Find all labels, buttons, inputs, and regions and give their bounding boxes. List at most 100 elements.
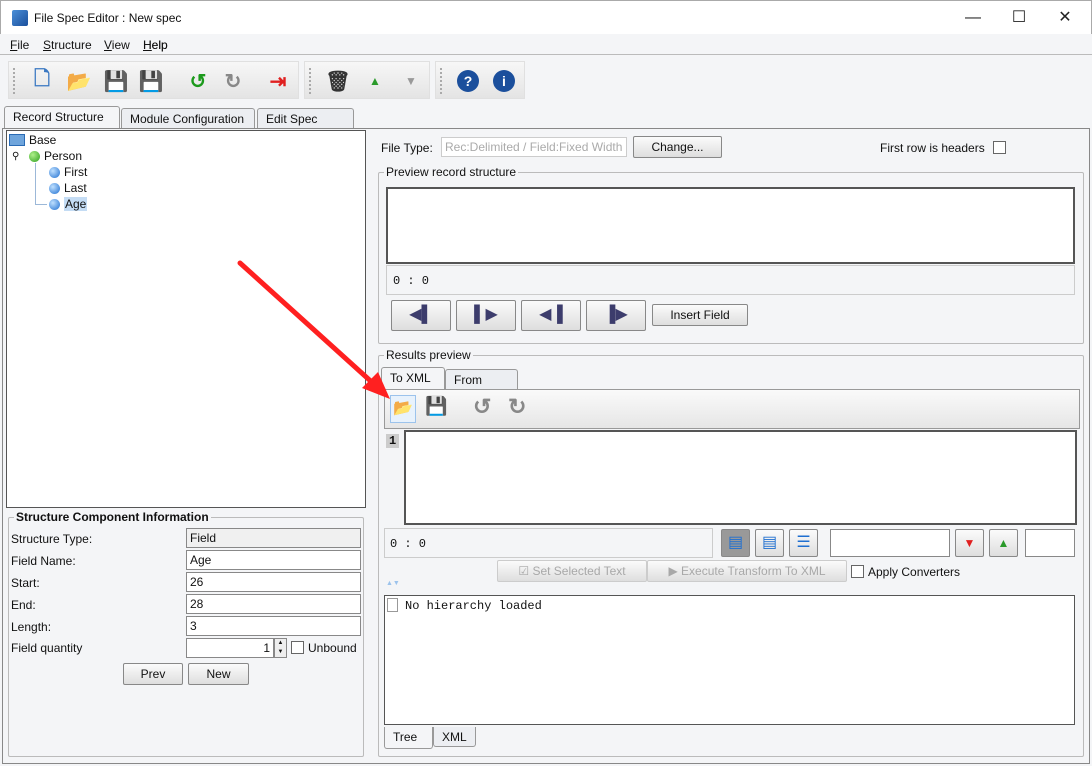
document-list-icon[interactable]: ☰ — [789, 529, 818, 557]
tree-expand-handle-icon[interactable]: ⚲ — [12, 151, 19, 162]
end-input[interactable]: 28 — [186, 594, 361, 614]
file-type-field: Rec:Delimited / Field:Fixed Width — [441, 137, 627, 157]
tree-node-label-selected: Age — [64, 197, 88, 211]
length-label: Length: — [11, 620, 52, 634]
tab-edit-spec-xml[interactable]: Edit Spec XML — [257, 108, 354, 140]
shift-left-end-button[interactable]: ◀▐ — [521, 300, 581, 331]
validate-doc-icon[interactable]: ▤ — [721, 529, 750, 557]
set-selected-text-label: Set Selected Text — [532, 564, 626, 578]
open-folder-icon[interactable]: 📂 — [66, 68, 92, 94]
minimize-button[interactable]: — — [958, 7, 988, 29]
close-button[interactable]: ✕ — [1050, 7, 1080, 29]
move-right-end-icon: ▐▶ — [604, 306, 628, 323]
redo-icon[interactable]: ↻ — [508, 394, 526, 420]
undo-icon[interactable]: ↺ — [185, 68, 211, 94]
tab-to-xml[interactable]: To XML — [381, 367, 445, 389]
move-down-icon[interactable]: ▼ — [398, 68, 424, 94]
redo-icon[interactable]: ↻ — [220, 68, 246, 94]
tab-record-structure[interactable]: Record Structure — [4, 106, 120, 129]
maximize-button[interactable]: ☐ — [1004, 7, 1034, 29]
start-input[interactable]: 26 — [186, 572, 361, 592]
shift-right-start-button[interactable]: ▌▶ — [456, 300, 516, 331]
prev-up-icon[interactable]: ▲ — [989, 529, 1018, 557]
menu-structure[interactable]: Structure — [43, 38, 92, 52]
move-left-end-icon: ◀▐ — [539, 306, 563, 323]
new-button[interactable]: New — [188, 663, 249, 685]
open-file-icon[interactable]: 📂 — [390, 395, 416, 423]
field-name-input[interactable]: Age — [186, 550, 361, 570]
move-right-edge-icon: ▌▶ — [474, 306, 498, 323]
save-icon[interactable]: 💾 — [425, 396, 447, 417]
field-icon — [49, 166, 60, 178]
menu-structure-mnemonic: S — [43, 38, 52, 52]
field-quantity-label: Field quantity — [11, 641, 83, 655]
structure-type-field: Field — [186, 528, 361, 548]
toolbar-grip[interactable] — [309, 68, 312, 94]
tab-tree[interactable]: Tree — [384, 727, 433, 749]
unbound-checkbox[interactable] — [291, 641, 304, 654]
goto-input[interactable] — [1025, 529, 1075, 557]
tree-node-label: Last — [64, 181, 87, 195]
menu-view[interactable]: View — [104, 38, 130, 52]
toolbar-grip[interactable] — [440, 68, 443, 94]
field-quantity-stepper[interactable]: 1 — [186, 638, 274, 658]
help-icon[interactable]: ? — [457, 70, 479, 92]
preview-legend: Preview record structure — [384, 165, 519, 179]
tree-node-first[interactable]: First — [49, 165, 87, 179]
stepper-arrows[interactable]: ▲ ▼ — [274, 638, 287, 658]
split-arrows-icon[interactable]: ▲▼ — [386, 580, 400, 587]
menu-file[interactable]: File — [10, 38, 29, 52]
set-selected-text-button[interactable]: ☑ Set Selected Text — [497, 560, 647, 582]
save-as-icon[interactable]: 💾 — [138, 68, 164, 94]
checklist-icon: ☑ — [518, 564, 533, 578]
editor-status: 0 : 0 — [384, 528, 713, 558]
tab-module-configuration[interactable]: Module Configuration — [121, 108, 255, 129]
info-legend: Structure Component Information — [14, 510, 211, 524]
menu-bar: File Structure View Help Help — [0, 35, 1092, 55]
insert-field-button[interactable]: Insert Field — [652, 304, 748, 326]
next-down-icon[interactable]: ▼ — [955, 529, 984, 557]
xml-editor[interactable] — [404, 430, 1077, 525]
tree-node-label: Base — [29, 133, 57, 147]
menu-file-label: ile — [17, 38, 30, 52]
structure-tree[interactable]: Base ⚲ Person First Last Age — [6, 130, 366, 508]
tab-from-xml[interactable]: From XML — [445, 369, 518, 401]
undo-icon[interactable]: ↺ — [473, 394, 491, 420]
shift-right-end-button[interactable]: ▐▶ — [586, 300, 646, 331]
xml-toolbar: 📂 💾 ↺ ↻ — [384, 389, 1080, 429]
transform-icon: ▶ — [668, 564, 682, 578]
toolbar-edit: 🗑 ▲ ▼ — [304, 61, 430, 99]
execute-transform-button[interactable]: ▶ Execute Transform To XML — [647, 560, 847, 582]
field-icon — [49, 198, 60, 210]
menu-help-mnemonic: H — [143, 38, 152, 52]
editor-position: 0 : 0 — [390, 537, 427, 551]
toolbar-grip[interactable] — [13, 68, 16, 94]
length-input[interactable]: 3 — [186, 616, 361, 636]
save-icon[interactable]: 💾 — [103, 68, 129, 94]
field-icon — [49, 182, 60, 194]
tree-node-person[interactable]: Person — [29, 149, 82, 163]
move-up-icon[interactable]: ▲ — [362, 68, 388, 94]
prev-button[interactable]: Prev — [123, 663, 183, 685]
menu-help-mnemonic-group: Help — [143, 38, 168, 52]
tree-node-age[interactable]: Age — [49, 197, 88, 211]
title-bar: File Spec Editor : New spec — ☐ ✕ — [0, 0, 1092, 34]
info-icon[interactable]: i — [493, 70, 515, 92]
menu-help[interactable]: Help Help — [143, 38, 168, 52]
exit-icon[interactable]: ⇥ — [265, 68, 291, 94]
tree-node-last[interactable]: Last — [49, 181, 87, 195]
apply-converters-checkbox[interactable] — [851, 565, 864, 578]
document-icon[interactable]: ▤ — [755, 529, 784, 557]
delete-icon[interactable]: 🗑 — [325, 68, 351, 94]
first-row-headers-checkbox[interactable] — [993, 141, 1006, 154]
menu-view-mnemonic: V — [104, 38, 112, 52]
document-icon — [387, 598, 398, 612]
hierarchy-tree[interactable]: No hierarchy loaded — [384, 595, 1075, 725]
new-file-icon[interactable]: 🗋 — [29, 68, 55, 94]
preview-area[interactable] — [386, 187, 1075, 264]
tab-xml[interactable]: XML — [433, 727, 476, 747]
shift-left-start-button[interactable]: ◀▌ — [391, 300, 451, 331]
change-button[interactable]: Change... — [633, 136, 722, 158]
tree-node-base[interactable]: Base — [9, 133, 56, 147]
search-input[interactable] — [830, 529, 950, 557]
